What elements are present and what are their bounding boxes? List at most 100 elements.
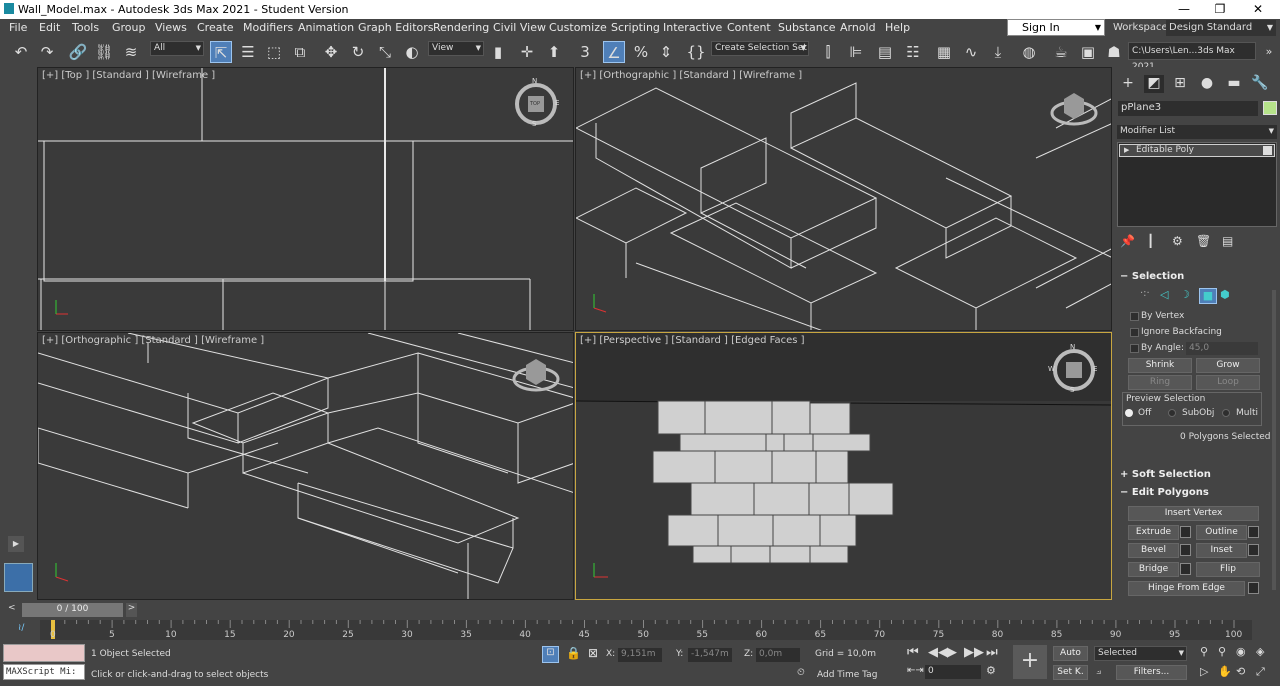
key-tangent-icon[interactable]: ⟓	[1096, 664, 1101, 678]
percent-snap-icon[interactable]: %	[630, 41, 652, 63]
render-setup-icon[interactable]: ☕	[1050, 41, 1072, 63]
modify-tab-icon[interactable]: ◩	[1144, 75, 1164, 93]
key-mode-icon[interactable]: ⇤⇥	[907, 665, 924, 676]
zoom-icon[interactable]: ⚲	[1200, 645, 1208, 658]
object-name-field[interactable]: pPlane3	[1118, 101, 1258, 116]
select-manipulate-icon[interactable]: ✛	[516, 41, 538, 63]
auto-key-button[interactable]: Auto	[1053, 646, 1088, 661]
material-editor-icon[interactable]: ◍	[1018, 41, 1040, 63]
make-unique-icon[interactable]: ⚙	[1172, 234, 1183, 248]
menu-modifiers[interactable]: Modifiers	[243, 21, 293, 34]
placement-icon[interactable]: ◐	[401, 41, 423, 63]
hinge-settings-button[interactable]	[1248, 582, 1259, 594]
insert-vertex-button[interactable]: Insert Vertex	[1128, 506, 1259, 521]
keyboard-shortcut-icon[interactable]: ⬆	[543, 41, 565, 63]
viewport-layout-icon[interactable]	[4, 563, 33, 592]
viewcube-perspective[interactable]: N S W E	[1048, 343, 1098, 394]
link-icon[interactable]: 🔗	[67, 41, 89, 63]
curve-editor-icon[interactable]: ∿	[960, 41, 982, 63]
soft-selection-rollout-header[interactable]: + Soft Selection	[1120, 469, 1270, 480]
more-icon[interactable]: »	[1258, 41, 1280, 63]
viewport-persp-label[interactable]: [+] [Perspective ] [Standard ] [Edged Fa…	[580, 335, 805, 346]
x-coord-field[interactable]: 9,151m	[618, 648, 662, 662]
modifier-toggle-icon[interactable]	[1263, 146, 1272, 155]
object-color-swatch[interactable]	[1263, 101, 1277, 115]
play-expand-icon[interactable]: ▶	[8, 536, 24, 552]
border-mode-icon[interactable]: ☽	[1180, 288, 1190, 301]
menu-graph-editors[interactable]: Graph Editors	[358, 21, 434, 34]
pin-stack-icon[interactable]: 📌	[1120, 234, 1135, 248]
edit-polygons-rollout-header[interactable]: − Edit Polygons	[1120, 487, 1270, 498]
ribbon-icon[interactable]: ▦	[933, 41, 955, 63]
loop-button[interactable]: Loop	[1196, 375, 1260, 390]
time-slider[interactable]: 0 / 100	[22, 603, 123, 617]
align-icon[interactable]: ⊫	[845, 41, 867, 63]
selection-rollout-header[interactable]: − Selection	[1120, 271, 1270, 282]
stack-item-editable-poly[interactable]: ▶ Editable Poly	[1119, 144, 1275, 157]
bind-space-warp-icon[interactable]: ≋	[120, 41, 142, 63]
viewport-ortho-tr-label[interactable]: [+] [Orthographic ] [Standard ] [Wirefra…	[580, 70, 802, 81]
next-frame-arrow-icon[interactable]: >	[126, 603, 137, 617]
viewport-ortho-tr[interactable]: [+] [Orthographic ] [Standard ] [Wirefra…	[575, 67, 1112, 331]
menu-scripting[interactable]: Scripting	[611, 21, 660, 34]
schematic-view-icon[interactable]: ⤓	[987, 41, 1009, 63]
curve-editor-toggle-icon[interactable]: ≀∕	[18, 623, 24, 633]
by-angle-checkbox[interactable]	[1130, 344, 1139, 353]
maxscript-mini-listener[interactable]: MAXScript Mi:	[3, 664, 85, 680]
time-config-icon[interactable]: ⚙	[986, 664, 996, 677]
motion-tab-icon[interactable]: ●	[1197, 75, 1217, 93]
by-vertex-checkbox[interactable]	[1130, 312, 1139, 321]
edge-mode-icon[interactable]: ◁	[1160, 288, 1168, 301]
minimize-button[interactable]: —	[1166, 0, 1202, 19]
ring-button[interactable]: Ring	[1128, 375, 1192, 390]
menu-customize[interactable]: Customize	[549, 21, 607, 34]
viewcube-ortho-bl[interactable]	[512, 349, 560, 397]
hinge-from-edge-button[interactable]: Hinge From Edge	[1128, 581, 1245, 596]
select-by-name-icon[interactable]: ☰	[237, 41, 259, 63]
selection-filter-dropdown[interactable]: All ▼	[150, 41, 204, 56]
menu-group[interactable]: Group	[112, 21, 146, 34]
restore-button[interactable]: ❐	[1202, 0, 1238, 19]
go-to-start-icon[interactable]: ⏮	[907, 645, 919, 660]
menu-views[interactable]: Views	[155, 21, 187, 34]
next-key-icon[interactable]: ▶▶	[964, 645, 984, 660]
viewport-ortho-bl[interactable]: [+] [Orthographic ] [Standard ] [Wirefra…	[37, 332, 574, 600]
time-tag-icon[interactable]: ⏲	[797, 667, 805, 678]
fov-icon[interactable]: ▷	[1200, 665, 1208, 678]
window-crossing-icon[interactable]: ⧉	[289, 41, 311, 63]
menu-help[interactable]: Help	[885, 21, 910, 34]
absolute-mode-icon[interactable]: ⊠	[588, 646, 598, 660]
bevel-settings-button[interactable]	[1180, 544, 1191, 556]
menu-interactive[interactable]: Interactive	[663, 21, 722, 34]
maxscript-listener-output[interactable]	[3, 644, 85, 662]
extrude-button[interactable]: Extrude	[1128, 525, 1179, 540]
unlink-icon[interactable]: ⛓	[93, 41, 115, 63]
pan-icon[interactable]: ✋	[1218, 665, 1232, 678]
create-tab-icon[interactable]: +	[1118, 75, 1138, 93]
off-radio[interactable]	[1125, 409, 1133, 417]
inset-button[interactable]: Inset	[1196, 543, 1247, 558]
bevel-button[interactable]: Bevel	[1128, 543, 1179, 558]
mirror-icon[interactable]: ⫿	[817, 41, 839, 63]
play-icon[interactable]: ▶	[947, 645, 957, 660]
menu-content[interactable]: Content	[727, 21, 771, 34]
modifier-list-dropdown[interactable]: Modifier List ▼	[1117, 125, 1277, 139]
set-key-button[interactable]: Set K.	[1053, 665, 1088, 680]
rect-selection-icon[interactable]: ⬚	[263, 41, 285, 63]
grow-button[interactable]: Grow	[1196, 358, 1260, 373]
workspaces-dropdown[interactable]: Design Standard ▼	[1166, 20, 1276, 36]
zoom-extents-icon[interactable]: ◉	[1236, 645, 1246, 658]
current-frame-field[interactable]: 0	[925, 665, 981, 679]
sign-in-dropdown[interactable]: Sign In ▼	[1007, 19, 1105, 36]
utilities-tab-icon[interactable]: 🔧	[1250, 75, 1270, 93]
isolate-selection-icon[interactable]: ⊡	[542, 646, 559, 663]
filters-button[interactable]: Filters...	[1116, 665, 1187, 680]
add-time-tag-button[interactable]: Add Time Tag	[817, 670, 877, 680]
outline-button[interactable]: Outline	[1196, 525, 1247, 540]
menu-civil-view[interactable]: Civil View	[493, 21, 546, 34]
viewport-top[interactable]: [+] [Top ] [Standard ] [Wireframe ] N S …	[37, 67, 574, 331]
viewport-perspective[interactable]: [+] [Perspective ] [Standard ] [Edged Fa…	[575, 332, 1112, 600]
redo-icon[interactable]: ↷	[36, 41, 58, 63]
remove-modifier-icon[interactable]: 🗑	[1196, 234, 1211, 248]
multi-radio[interactable]	[1222, 409, 1230, 417]
